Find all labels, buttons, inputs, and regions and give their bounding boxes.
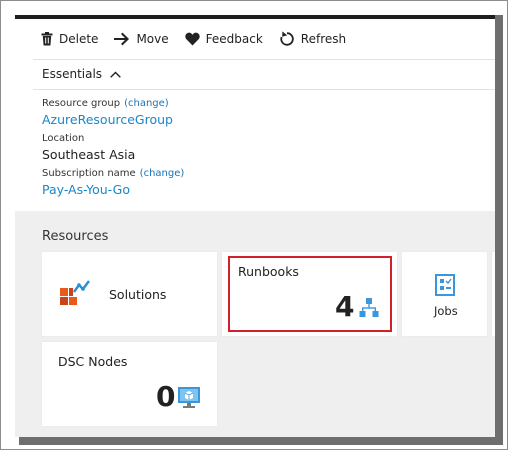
resources-title: Resources [42, 229, 109, 244]
essentials-properties: Resource group (change) AzureResourceGrou… [42, 97, 184, 199]
feedback-button[interactable]: Feedback [184, 32, 263, 46]
move-button[interactable]: Move [114, 32, 169, 46]
refresh-icon [280, 31, 294, 46]
next-tile-partial[interactable] [492, 252, 495, 336]
heart-icon [184, 32, 200, 46]
location-value: Southeast Asia [42, 147, 136, 162]
runbook-hierarchy-icon [359, 298, 379, 317]
shadow-right [495, 15, 503, 445]
toolbar-divider [33, 59, 495, 60]
arrow-right-icon [114, 32, 130, 46]
move-label: Move [136, 32, 169, 46]
essentials-toggle[interactable]: Essentials [42, 67, 121, 81]
dsc-nodes-label: DSC Nodes [58, 354, 128, 369]
jobs-icon [435, 274, 455, 296]
jobs-label: Jobs [434, 304, 458, 318]
resource-group-change-link[interactable]: (change) [124, 98, 169, 109]
trash-icon [41, 32, 53, 46]
solutions-icon [60, 280, 91, 305]
subscription-link[interactable]: Pay-As-You-Go [42, 181, 184, 199]
resource-group-row: Resource group (change) [42, 97, 184, 111]
solutions-tile[interactable]: Solutions [42, 252, 217, 336]
resource-group-label: Resource group [42, 98, 121, 109]
delete-label: Delete [59, 32, 99, 46]
location-label: Location [42, 133, 85, 144]
dsc-nodes-count: 0 [156, 380, 176, 413]
dsc-nodes-tile[interactable]: DSC Nodes 0 [42, 342, 217, 426]
chevron-up-icon [110, 71, 121, 78]
essentials-label: Essentials [42, 67, 103, 81]
feedback-label: Feedback [205, 32, 263, 46]
refresh-button[interactable]: Refresh [279, 31, 346, 47]
essentials-divider [33, 89, 495, 90]
runbooks-count: 4 [335, 290, 355, 323]
dsc-node-icon [178, 387, 200, 408]
window-frame: Delete Move Feedback Refresh Essentials … [0, 0, 508, 450]
subscription-row: Subscription name (change) [42, 167, 184, 181]
command-bar: Delete Move Feedback Refresh [15, 19, 495, 59]
automation-blade: Delete Move Feedback Refresh Essentials … [15, 19, 495, 437]
delete-button[interactable]: Delete [41, 32, 98, 46]
resources-section: Resources Solutions Runbooks 4 Jobs DSC … [15, 211, 495, 437]
runbooks-tile[interactable]: Runbooks 4 [222, 252, 397, 336]
solutions-label: Solutions [109, 287, 167, 302]
jobs-tile[interactable]: Jobs [402, 252, 487, 336]
resource-group-link[interactable]: AzureResourceGroup [42, 111, 184, 129]
shadow-bottom [19, 437, 503, 445]
subscription-label: Subscription name [42, 168, 136, 179]
runbooks-label: Runbooks [238, 264, 299, 279]
refresh-label: Refresh [300, 32, 347, 46]
subscription-change-link[interactable]: (change) [140, 168, 185, 179]
